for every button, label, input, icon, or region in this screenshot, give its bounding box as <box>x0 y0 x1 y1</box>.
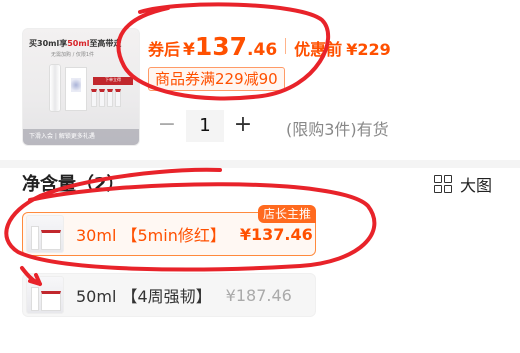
increase-button[interactable]: + <box>224 110 262 142</box>
product-header: 买30ml享50ml至高带走 无需加购 / 仅限1件 下单立得 下滑入会 | 解… <box>0 0 520 168</box>
option-price: ¥187.46 <box>225 285 292 305</box>
price-decimal: .46 <box>247 40 278 60</box>
purchase-limit-stock: (限购3件)有货 <box>286 120 389 139</box>
option-thumbnail <box>26 276 64 314</box>
thumbnail-banner: 买30ml享50ml至高带走 <box>29 39 122 48</box>
product-thumbnail[interactable]: 买30ml享50ml至高带走 无需加购 / 仅限1件 下单立得 下滑入会 | 解… <box>22 28 140 146</box>
price-row: 券后 ¥ 137 .46 优惠前 ¥229 <box>148 32 391 61</box>
quantity-stepper: − 1 + <box>148 110 262 142</box>
product-box-image <box>65 67 87 111</box>
recommend-badge: 店长主推 <box>257 205 316 223</box>
thumbnail-tag: 下单立得 <box>93 77 133 85</box>
thumbnail-bottom-bar: 下滑入会 | 解锁更多礼遇 <box>23 129 139 145</box>
price-divider <box>285 38 287 54</box>
product-bottle-image <box>49 64 61 112</box>
option-price: ¥137.46 <box>239 224 313 244</box>
coupon-price-label: 券后 <box>148 40 181 59</box>
spec-section-title: 净含量（2） <box>22 174 125 195</box>
large-view-toggle[interactable]: 大图 <box>433 172 492 196</box>
option-label: 50ml 【4周强韧】 <box>76 287 212 306</box>
grid-icon <box>433 175 452 193</box>
original-price-label: 优惠前 <box>294 40 343 59</box>
mini-samples-image <box>91 89 131 109</box>
price-integer: 137 <box>194 32 248 61</box>
spec-option-30ml[interactable]: 30ml 【5min修红】 ¥137.46 店长主推 <box>22 205 316 256</box>
currency-symbol: ¥ <box>183 40 195 60</box>
voucher-badge[interactable]: 商品券满229减90 <box>148 67 285 91</box>
option-label: 30ml 【5min修红】 <box>76 226 226 245</box>
large-view-label: 大图 <box>459 176 492 195</box>
spec-option-50ml[interactable]: 50ml 【4周强韧】 ¥187.46 <box>22 273 316 317</box>
thumbnail-subtext: 无需加购 / 仅限1件 <box>51 52 95 58</box>
quantity-input[interactable]: 1 <box>186 110 224 142</box>
option-thumbnail <box>26 215 64 253</box>
original-price: ¥229 <box>346 40 391 59</box>
section-divider <box>0 160 520 168</box>
decrease-button[interactable]: − <box>148 110 186 142</box>
